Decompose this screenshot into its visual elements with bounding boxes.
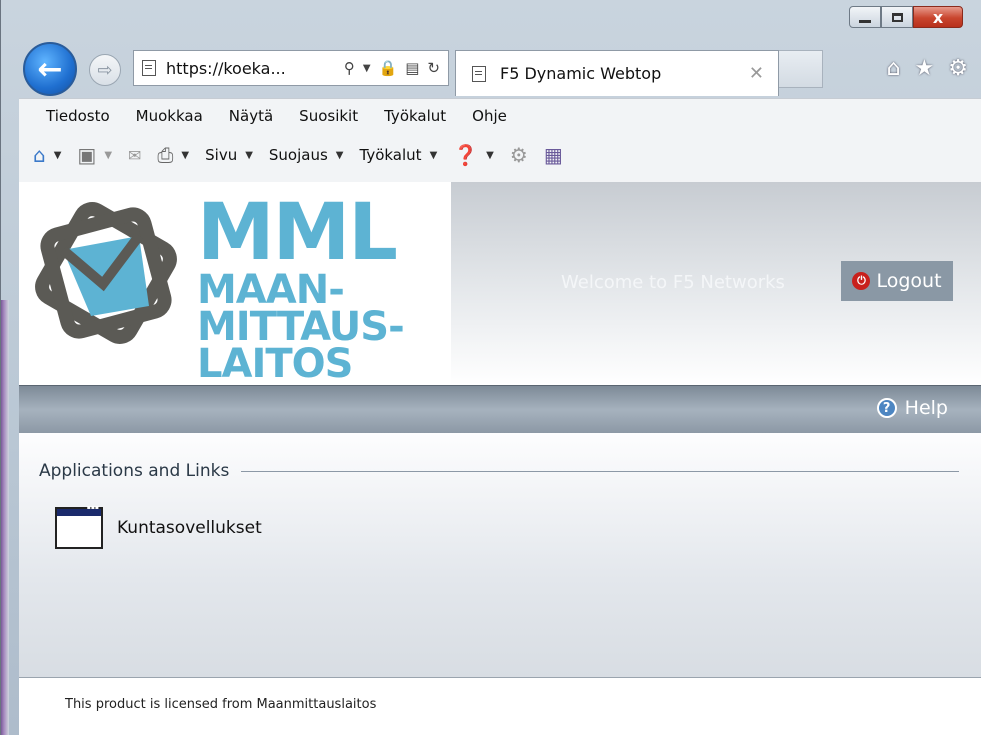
app-item-kuntasovellukset[interactable]: Kuntasovellukset — [55, 504, 262, 549]
logo-line-1: MML — [197, 188, 398, 278]
browser-right-icons: ⌂ ★ ⚙ — [887, 56, 968, 81]
close-button[interactable]: x — [913, 6, 963, 28]
search-icon[interactable]: ⚲ — [344, 59, 355, 77]
chevron-down-icon: ▼ — [245, 149, 253, 161]
address-text: https://koeka... — [166, 58, 286, 78]
chevron-down-icon: ▼ — [486, 149, 494, 161]
logo: MML MAAN- MITTAUS- LAITOS — [19, 182, 451, 385]
applications-panel: Applications and Links Kuntasovellukset — [19, 433, 981, 677]
help-label: Help — [904, 397, 948, 419]
page-menu-button[interactable]: Sivu ▼ — [205, 146, 253, 164]
help-menu-button[interactable]: ❓ ▼ — [453, 143, 494, 167]
print-button[interactable]: ⎙ ▼ — [157, 143, 189, 167]
security-menu-label: Suojaus — [268, 146, 328, 164]
security-menu-button[interactable]: Suojaus ▼ — [269, 146, 344, 164]
gear-icon[interactable]: ⚙ — [948, 56, 968, 81]
webtop-page: MML MAAN- MITTAUS- LAITOS Welcome to F5 … — [19, 182, 981, 735]
section-divider — [241, 470, 959, 472]
logo-line-4: LAITOS — [197, 340, 353, 387]
home-icon[interactable]: ⌂ — [887, 56, 901, 81]
dropdown-icon[interactable]: ▼ — [363, 63, 371, 74]
help-icon: ? — [876, 398, 897, 418]
favorites-star-icon[interactable]: ★ — [915, 56, 935, 81]
logo-wordmark: MML MAAN- MITTAUS- LAITOS — [197, 188, 405, 387]
tools-menu-label: Työkalut — [359, 146, 422, 164]
address-bar-icons: ⚲ ▼ 🔒 ▤ ↻ — [344, 59, 448, 77]
footer-text: This product is licensed from Maanmittau… — [65, 697, 377, 712]
mail-icon: ✉ — [128, 145, 142, 165]
help-circle-icon: ❓ — [453, 143, 479, 167]
window-caption-buttons: x — [849, 6, 963, 30]
tab-close-icon[interactable]: ✕ — [749, 63, 764, 84]
forward-arrow-icon: ⇨ — [97, 59, 113, 81]
window-edge — [1, 300, 9, 735]
logout-label: Logout — [876, 270, 942, 292]
page-icon — [142, 60, 156, 76]
section-heading: Applications and Links — [39, 461, 959, 481]
minimize-button[interactable] — [849, 6, 881, 28]
app-label: Kuntasovellukset — [117, 518, 262, 538]
printer-icon: ⎙ — [157, 143, 174, 167]
browser-window: x ← ⇨ https://koeka... ⚲ ▼ 🔒 ▤ ↻ F5 Dyna… — [0, 0, 981, 735]
page-menu-label: Sivu — [205, 146, 238, 164]
lock-icon[interactable]: 🔒 — [379, 59, 398, 77]
back-arrow-icon: ← — [37, 51, 63, 87]
chevron-down-icon: ▼ — [181, 149, 190, 161]
tab-f5-dynamic-webtop[interactable]: F5 Dynamic Webtop ✕ — [455, 50, 779, 96]
mml-emblem-icon — [35, 202, 177, 344]
browser-toolbars: Tiedosto Muokkaa Näytä Suosikit Työkalut… — [19, 98, 981, 183]
research-button[interactable]: ▦ — [544, 143, 563, 167]
address-bar[interactable]: https://koeka... ⚲ ▼ 🔒 ▤ ↻ — [133, 50, 449, 86]
menu-item-help[interactable]: Ohje — [459, 107, 520, 125]
welcome-text: Welcome to F5 Networks — [561, 272, 785, 293]
menu-item-favorites[interactable]: Suosikit — [286, 107, 371, 125]
maximize-button[interactable] — [881, 6, 913, 28]
close-icon: x — [932, 7, 944, 27]
maximize-icon — [891, 12, 903, 22]
tools-menu-button[interactable]: Työkalut ▼ — [360, 146, 438, 164]
page-footer: This product is licensed from Maanmittau… — [19, 677, 981, 735]
gear-icon: ⚙ — [509, 143, 528, 167]
home-icon: ⌂ — [33, 143, 46, 167]
new-tab-button[interactable] — [779, 50, 823, 88]
mail-button[interactable]: ✉ — [128, 146, 141, 165]
books-icon: ▦ — [543, 143, 563, 167]
menu-item-edit[interactable]: Muokkaa — [123, 107, 216, 125]
tab-title: F5 Dynamic Webtop — [500, 64, 662, 83]
rss-icon: ▣ — [77, 143, 97, 167]
back-button[interactable]: ← — [23, 42, 77, 96]
compatibility-icon[interactable]: ▤ — [405, 59, 419, 77]
page-header: MML MAAN- MITTAUS- LAITOS Welcome to F5 … — [19, 182, 981, 385]
feeds-button[interactable]: ▣ ▼ — [77, 143, 112, 167]
settings-button[interactable]: ⚙ — [510, 143, 528, 167]
application-window-icon — [55, 504, 103, 549]
command-bar: ⌂ ▼ ▣ ▼ ✉ ⎙ ▼ Sivu ▼ Suojaus ▼ Työkalut ▼ ❓ ▼ — [19, 133, 981, 177]
menu-item-tools[interactable]: Työkalut — [371, 107, 459, 125]
forward-button[interactable]: ⇨ — [89, 54, 121, 86]
menu-item-view[interactable]: Näytä — [216, 107, 286, 125]
menu-bar: Tiedosto Muokkaa Näytä Suosikit Työkalut… — [19, 99, 981, 133]
help-link[interactable]: ? Help — [876, 397, 948, 419]
minimize-icon — [859, 19, 871, 23]
navigation-row: ← ⇨ https://koeka... ⚲ ▼ 🔒 ▤ ↻ F5 Dynami… — [19, 42, 981, 98]
chevron-down-icon: ▼ — [53, 149, 62, 161]
tab-page-icon — [472, 65, 486, 82]
home-button[interactable]: ⌂ ▼ — [33, 143, 61, 167]
power-icon: ⏻ — [852, 272, 871, 290]
menu-item-file[interactable]: Tiedosto — [33, 107, 123, 125]
logout-button[interactable]: ⏻ Logout — [841, 261, 953, 301]
refresh-icon[interactable]: ↻ — [427, 59, 440, 77]
help-bar: ? Help — [19, 385, 981, 434]
section-title-text: Applications and Links — [39, 461, 230, 481]
chevron-down-icon: ▼ — [335, 149, 344, 161]
chevron-down-icon: ▼ — [429, 149, 438, 161]
chevron-down-icon: ▼ — [104, 149, 113, 161]
